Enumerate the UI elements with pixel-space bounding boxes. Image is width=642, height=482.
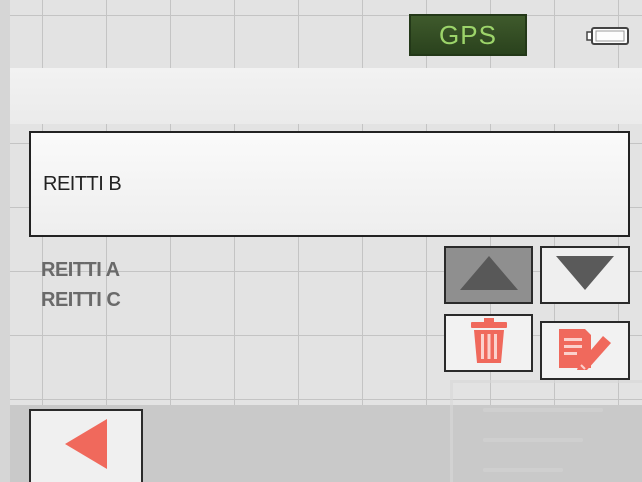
delete-button[interactable] [444,314,533,372]
background-watermark [450,380,642,482]
back-button[interactable] [29,409,143,482]
header-band [10,68,642,124]
route-list-item[interactable]: REITTI A [41,255,120,285]
selected-route-field[interactable]: REITTI B [29,131,630,237]
triangle-up-icon [458,254,520,297]
edit-button[interactable] [540,321,630,380]
route-list-item[interactable]: REITTI C [41,285,121,315]
back-arrow-icon [63,417,109,476]
edit-document-icon [555,326,615,375]
move-down-button[interactable] [540,246,630,304]
battery-icon [586,26,630,46]
selected-route-name: REITTI B [43,172,122,195]
gps-status-indicator[interactable]: GPS [409,14,527,56]
trash-icon [469,317,509,369]
triangle-down-icon [554,254,616,297]
route-list: REITTI A REITTI C [41,255,121,315]
move-up-button[interactable] [444,246,533,304]
gps-label: GPS [439,19,497,50]
